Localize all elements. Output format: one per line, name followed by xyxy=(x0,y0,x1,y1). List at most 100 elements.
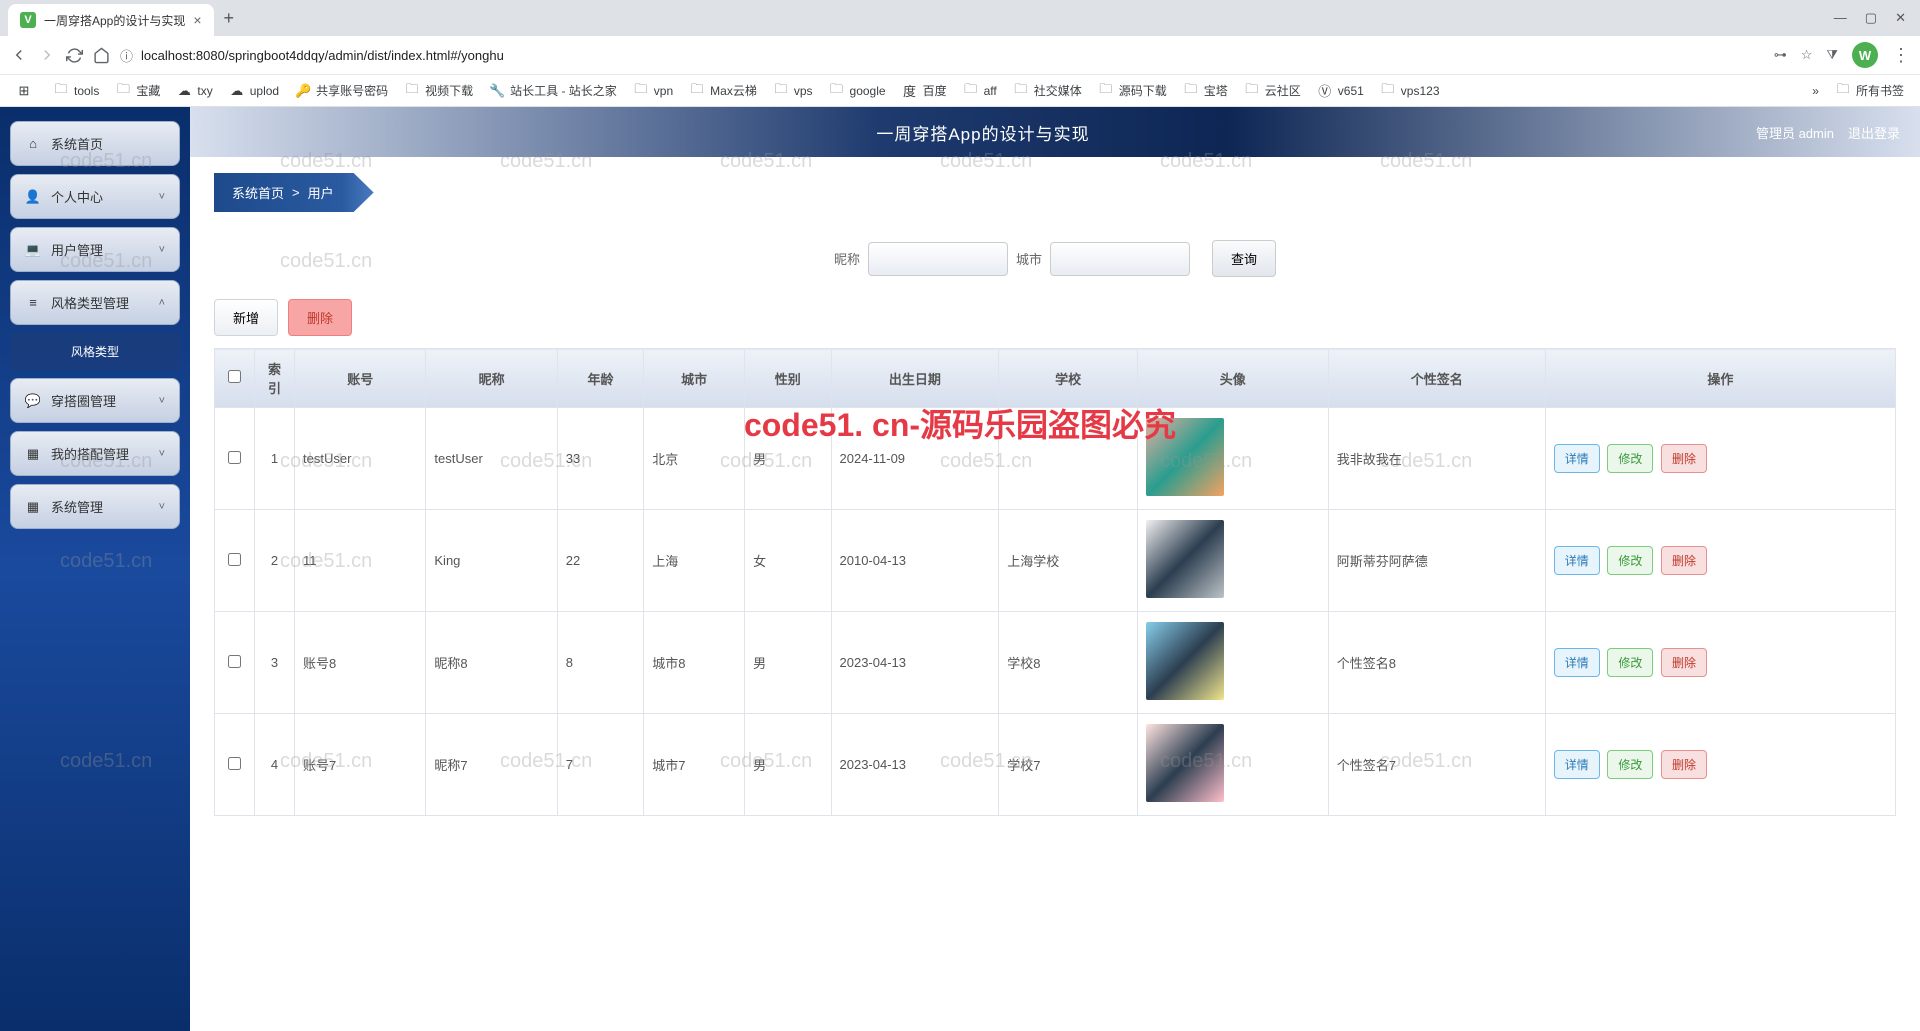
minimize-icon[interactable]: — xyxy=(1834,10,1847,26)
all-bookmarks[interactable]: 🗀所有书签 xyxy=(1829,79,1910,102)
row-checkbox[interactable] xyxy=(228,451,241,464)
submenu-style-type[interactable]: 风格类型 xyxy=(10,333,180,370)
bookmark-label: 视频下载 xyxy=(425,82,473,99)
folder-icon: 🗀 xyxy=(404,83,420,99)
bookmark-item[interactable]: 🗀Max云梯 xyxy=(683,79,763,102)
folder-icon: 🗀 xyxy=(829,83,845,99)
bookmark-item[interactable]: 🗀社交媒体 xyxy=(1007,79,1088,102)
add-button[interactable]: 新增 xyxy=(214,299,278,336)
tool-icon: 🔧 xyxy=(489,83,505,99)
close-window-icon[interactable]: ✕ xyxy=(1895,10,1906,26)
bookmark-item[interactable]: 🗀源码下载 xyxy=(1092,79,1173,102)
bookmark-item[interactable]: ☁txy xyxy=(170,80,218,102)
sidebar-item-6[interactable]: ▦系统管理˅ xyxy=(10,484,180,529)
th-signature: 个性签名 xyxy=(1328,349,1545,408)
close-icon[interactable]: × xyxy=(193,12,201,28)
cell-school xyxy=(999,408,1138,510)
cell-school: 学校7 xyxy=(999,714,1138,816)
forward-icon[interactable] xyxy=(38,46,56,64)
extensions-icon[interactable]: ⧩ xyxy=(1826,47,1838,63)
cell-operate: 详情 修改 删除 xyxy=(1545,510,1895,612)
cell-operate: 详情 修改 删除 xyxy=(1545,612,1895,714)
delete-button[interactable]: 删除 xyxy=(288,299,352,336)
home-icon[interactable] xyxy=(93,47,110,64)
edit-button[interactable]: 修改 xyxy=(1607,546,1653,575)
cell-avatar xyxy=(1137,408,1328,510)
row-delete-button[interactable]: 删除 xyxy=(1661,648,1707,677)
bookmark-star-icon[interactable]: ☆ xyxy=(1801,47,1813,63)
bookmark-item[interactable]: 🗀云社区 xyxy=(1238,79,1307,102)
bookmark-item[interactable]: 🗀宝藏 xyxy=(109,79,166,102)
action-bar: 新增 删除 xyxy=(214,299,1896,336)
reload-icon[interactable] xyxy=(66,47,83,64)
bookmark-item[interactable]: 🗀tools xyxy=(47,80,105,102)
new-tab-button[interactable]: + xyxy=(214,8,245,29)
cell-avatar xyxy=(1137,510,1328,612)
bookmark-item[interactable]: 🗀vps123 xyxy=(1374,80,1446,102)
edit-button[interactable]: 修改 xyxy=(1607,750,1653,779)
sidebar-item-3[interactable]: ≡风格类型管理˄ xyxy=(10,280,180,325)
sidebar-item-4[interactable]: 💬穿搭圈管理˅ xyxy=(10,378,180,423)
admin-label[interactable]: 管理员 admin xyxy=(1756,123,1834,142)
detail-button[interactable]: 详情 xyxy=(1554,750,1600,779)
sidebar-item-5[interactable]: ▦我的搭配管理˅ xyxy=(10,431,180,476)
row-checkbox[interactable] xyxy=(228,655,241,668)
cell-age: 8 xyxy=(557,612,643,714)
grid-icon: ▦ xyxy=(25,446,41,462)
sidebar-item-1[interactable]: 👤个人中心˅ xyxy=(10,174,180,219)
sidebar-item-2[interactable]: 💻用户管理˅ xyxy=(10,227,180,272)
detail-button[interactable]: 详情 xyxy=(1554,648,1600,677)
browser-tab[interactable]: V 一周穿搭App的设计与实现 × xyxy=(8,4,214,36)
th-nickname: 昵称 xyxy=(426,349,557,408)
password-icon[interactable]: ⊶ xyxy=(1774,47,1787,63)
bookmarks-overflow[interactable]: » xyxy=(1806,81,1825,101)
row-checkbox[interactable] xyxy=(228,757,241,770)
maximize-icon[interactable]: ▢ xyxy=(1865,10,1877,26)
bookmark-label: 云社区 xyxy=(1265,82,1301,99)
bookmark-item[interactable]: 度百度 xyxy=(896,79,953,102)
url-bar[interactable]: ⓘ localhost:8080/springboot4ddqy/admin/d… xyxy=(120,46,1764,65)
bookmark-item[interactable]: 🗀aff xyxy=(957,80,1003,102)
bookmark-item[interactable]: Ⓥv651 xyxy=(1311,80,1370,102)
profile-avatar[interactable]: W xyxy=(1852,42,1878,68)
city-input[interactable] xyxy=(1050,242,1190,276)
detail-button[interactable]: 详情 xyxy=(1554,546,1600,575)
cell-birthday: 2024-11-09 xyxy=(831,408,999,510)
bookmark-item[interactable]: 🗀google xyxy=(823,80,892,102)
avatar-image xyxy=(1146,418,1224,496)
cell-nickname: 昵称8 xyxy=(426,612,557,714)
edit-button[interactable]: 修改 xyxy=(1607,444,1653,473)
breadcrumb-home[interactable]: 系统首页 xyxy=(232,183,284,202)
nickname-input[interactable] xyxy=(868,242,1008,276)
bookmark-label: aff xyxy=(984,84,997,98)
query-button[interactable]: 查询 xyxy=(1212,240,1276,277)
bookmark-label: 宝藏 xyxy=(136,82,160,99)
bookmark-item[interactable]: 🗀vps xyxy=(767,80,819,102)
more-menu-icon[interactable]: ⋮ xyxy=(1892,45,1910,66)
bookmark-item[interactable]: ⊞ xyxy=(10,80,43,102)
site-info-icon[interactable]: ⓘ xyxy=(120,46,133,65)
row-delete-button[interactable]: 删除 xyxy=(1661,444,1707,473)
detail-button[interactable]: 详情 xyxy=(1554,444,1600,473)
cell-signature: 个性签名7 xyxy=(1328,714,1545,816)
cell-gender: 男 xyxy=(745,408,831,510)
bookmark-label: uplod xyxy=(250,84,279,98)
row-checkbox[interactable] xyxy=(228,553,241,566)
folder-icon: 🗀 xyxy=(773,83,789,99)
logout-button[interactable]: 退出登录 xyxy=(1848,123,1900,142)
select-all-checkbox[interactable] xyxy=(228,370,241,383)
edit-button[interactable]: 修改 xyxy=(1607,648,1653,677)
bookmark-item[interactable]: 🗀 视频下载 xyxy=(398,79,479,102)
sidebar-item-0[interactable]: ⌂系统首页 xyxy=(10,121,180,166)
bookmark-label: 站长工具 - 站长之家 xyxy=(510,82,617,99)
bookmark-item[interactable]: 🔧 站长工具 - 站长之家 xyxy=(483,79,623,102)
folder-icon: 🗀 xyxy=(1380,83,1396,99)
bookmark-item[interactable]: ☁uplod xyxy=(223,80,285,102)
row-delete-button[interactable]: 删除 xyxy=(1661,546,1707,575)
bookmark-item[interactable]: 🗀宝塔 xyxy=(1177,79,1234,102)
row-delete-button[interactable]: 删除 xyxy=(1661,750,1707,779)
back-icon[interactable] xyxy=(10,46,28,64)
apps-icon: ⊞ xyxy=(16,83,32,99)
bookmark-item[interactable]: 🗀vpn xyxy=(627,80,679,102)
bookmark-item[interactable]: 🔑共享账号密码 xyxy=(289,79,394,102)
